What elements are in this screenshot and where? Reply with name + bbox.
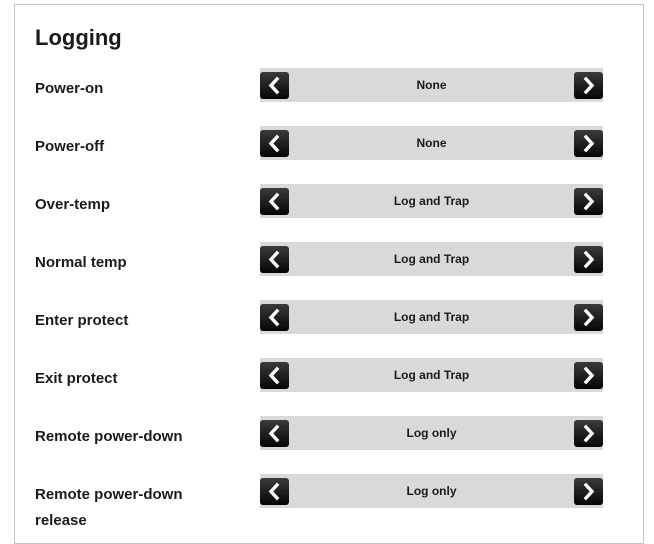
row-label: Power-on	[35, 80, 104, 97]
selected-value: Log only	[406, 426, 457, 440]
logging-row-power-on: Power-on None	[15, 68, 643, 102]
chevron-right-icon	[583, 250, 595, 269]
value-selector: Log and Trap	[260, 300, 603, 334]
previous-option-button[interactable]	[260, 188, 289, 215]
previous-option-button[interactable]	[260, 72, 289, 99]
next-option-button[interactable]	[574, 246, 603, 273]
row-label: Enter protect	[35, 312, 129, 329]
selected-value: None	[416, 136, 447, 150]
section-title: Logging	[35, 25, 122, 50]
selected-value: None	[416, 78, 447, 92]
value-selector: Log only	[260, 474, 603, 508]
row-label: Power-off	[35, 138, 105, 155]
row-label: Exit protect	[35, 370, 118, 387]
next-option-button[interactable]	[574, 304, 603, 331]
chevron-right-icon	[583, 76, 595, 95]
logging-row-remote-power-down: Remote power-down Log only	[15, 416, 643, 450]
chevron-right-icon	[583, 424, 595, 443]
previous-option-button[interactable]	[260, 130, 289, 157]
chevron-right-icon	[583, 308, 595, 327]
selected-value: Log and Trap	[393, 252, 470, 266]
previous-option-button[interactable]	[260, 246, 289, 273]
chevron-right-icon	[583, 134, 595, 153]
chevron-left-icon	[268, 366, 280, 385]
next-option-button[interactable]	[574, 188, 603, 215]
value-selector: Log and Trap	[260, 184, 603, 218]
selected-value: Log and Trap	[393, 310, 470, 324]
selected-value: Log and Trap	[393, 194, 470, 208]
selected-value: Log only	[406, 484, 457, 498]
logging-row-enter-protect: Enter protect Log and Trap	[15, 300, 643, 334]
chevron-left-icon	[268, 308, 280, 327]
logging-row-normal-temp: Normal temp Log and Trap	[15, 242, 643, 276]
next-option-button[interactable]	[574, 420, 603, 447]
chevron-right-icon	[583, 192, 595, 211]
value-selector: Log and Trap	[260, 242, 603, 276]
chevron-left-icon	[268, 134, 280, 153]
previous-option-button[interactable]	[260, 478, 289, 505]
row-label: Remote power-down	[35, 428, 183, 445]
logging-panel: Logging Power-on None Power-off None Ove…	[14, 4, 644, 544]
chevron-left-icon	[268, 424, 280, 443]
logging-row-exit-protect: Exit protect Log and Trap	[15, 358, 643, 392]
chevron-left-icon	[268, 192, 280, 211]
chevron-right-icon	[583, 366, 595, 385]
chevron-left-icon	[268, 76, 280, 95]
chevron-right-icon	[583, 482, 595, 501]
chevron-left-icon	[268, 250, 280, 269]
next-option-button[interactable]	[574, 362, 603, 389]
value-selector: Log only	[260, 416, 603, 450]
row-label: Normal temp	[35, 254, 127, 271]
row-label: Remote power-down release	[35, 486, 183, 529]
logging-row-over-temp: Over-temp Log and Trap	[15, 184, 643, 218]
value-selector: None	[260, 126, 603, 160]
value-selector: Log and Trap	[260, 358, 603, 392]
logging-row-remote-power-down-release: Remote power-down release Log only	[15, 474, 643, 529]
value-selector: None	[260, 68, 603, 102]
next-option-button[interactable]	[574, 478, 603, 505]
previous-option-button[interactable]	[260, 420, 289, 447]
next-option-button[interactable]	[574, 72, 603, 99]
previous-option-button[interactable]	[260, 304, 289, 331]
logging-row-power-off: Power-off None	[15, 126, 643, 160]
selected-value: Log and Trap	[393, 368, 470, 382]
previous-option-button[interactable]	[260, 362, 289, 389]
chevron-left-icon	[268, 482, 280, 501]
row-label: Over-temp	[35, 196, 111, 213]
next-option-button[interactable]	[574, 130, 603, 157]
